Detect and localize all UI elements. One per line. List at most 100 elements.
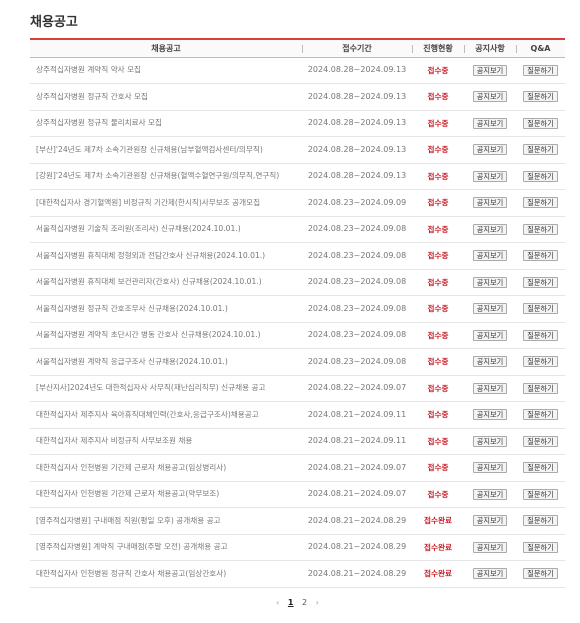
table-row: 대한적십자사 인천병원 기간제 근로자 채용공고(약무보조) 2024.08.21…	[30, 481, 565, 508]
table-row: [부산지사]2024년도 대한적십자사 사무직(재난심리직무) 신규채용 공고 2…	[30, 375, 565, 402]
view-notice-button[interactable]: 공지보기	[472, 488, 508, 500]
page-1-link[interactable]: 1	[288, 598, 294, 607]
prev-page-button[interactable]: ‹	[276, 598, 279, 607]
posting-period: 2024.08.21~2024.09.11	[307, 436, 407, 446]
posting-period: 2024.08.23~2024.09.08	[307, 330, 407, 340]
ask-question-button[interactable]: 질문하기	[523, 144, 558, 156]
view-notice-button[interactable]: 공지보기	[472, 170, 508, 182]
posting-status: 접수중	[427, 489, 449, 499]
view-notice-button[interactable]: 공지보기	[472, 250, 508, 262]
qa-cell: 질문하기	[516, 216, 565, 243]
ask-question-button[interactable]: 질문하기	[523, 515, 558, 527]
ask-question-button[interactable]: 질문하기	[523, 409, 558, 421]
notice-cell: 공지보기	[464, 190, 516, 217]
qa-cell: 질문하기	[516, 455, 565, 482]
view-notice-button[interactable]: 공지보기	[472, 276, 508, 288]
table-row: [영주적십자병원] 구내매점 직원(평일 오후) 공개채용 공고 2024.08.…	[30, 508, 565, 535]
ask-question-button[interactable]: 질문하기	[523, 117, 558, 129]
qa-cell: 질문하기	[516, 561, 565, 588]
table-row: 대한적십자사 인천병원 기간제 근로자 채용공고(임상병리사) 2024.08.2…	[30, 455, 565, 482]
notice-cell: 공지보기	[464, 84, 516, 111]
view-notice-button[interactable]: 공지보기	[472, 223, 508, 235]
page-2-link[interactable]: 2	[302, 598, 307, 607]
posting-period: 2024.08.23~2024.09.08	[307, 303, 407, 313]
view-notice-button[interactable]: 공지보기	[472, 117, 508, 129]
notice-cell: 공지보기	[464, 375, 516, 402]
header-title: 채용공고	[30, 38, 302, 58]
notice-cell: 공지보기	[464, 137, 516, 164]
posting-title-link[interactable]: 서울적십자병원 기술직 조리원(조리사) 신규채용(2024.10.01.)	[30, 216, 302, 243]
next-page-button[interactable]: ›	[316, 598, 319, 607]
view-notice-button[interactable]: 공지보기	[472, 409, 508, 421]
posting-title-link[interactable]: 서울적십자병원 계약직 초단시간 병동 간호사 신규채용(2024.10.01.…	[30, 322, 302, 349]
posting-period: 2024.08.23~2024.09.08	[307, 224, 407, 234]
posting-title-link[interactable]: [영주적십자병원] 계약직 구내매점(주말 오전) 공개채용 공고	[30, 534, 302, 561]
view-notice-button[interactable]: 공지보기	[472, 541, 508, 553]
view-notice-button[interactable]: 공지보기	[472, 435, 508, 447]
ask-question-button[interactable]: 질문하기	[523, 197, 558, 209]
table-header-row: 채용공고 접수기간 진행현황 공지사항 Q&A	[30, 38, 565, 58]
posting-title-link[interactable]: 대한적십자사 제주지사 육아휴직대체인력(간호사,응급구조사)채용공고	[30, 402, 302, 429]
posting-status: 접수완료	[424, 542, 452, 552]
notice-cell: 공지보기	[464, 57, 516, 84]
view-notice-button[interactable]: 공지보기	[472, 303, 508, 315]
ask-question-button[interactable]: 질문하기	[523, 250, 558, 262]
table-row: 서울적십자병원 휴직대체 보건관리자(간호사) 신규채용(2024.10.01.…	[30, 269, 565, 296]
posting-period: 2024.08.28~2024.09.13	[307, 171, 407, 181]
ask-question-button[interactable]: 질문하기	[523, 382, 558, 394]
posting-title-link[interactable]: 대한적십자사 인천병원 기간제 근로자 채용공고(약무보조)	[30, 481, 302, 508]
posting-title-link[interactable]: [부산지사]2024년도 대한적십자사 사무직(재난심리직무) 신규채용 공고	[30, 375, 302, 402]
view-notice-button[interactable]: 공지보기	[472, 91, 508, 103]
view-notice-button[interactable]: 공지보기	[472, 329, 508, 341]
posting-title-link[interactable]: [대한적십자사 경기혈액원] 비정규직 기간제(한시직)사무보조 공개모집	[30, 190, 302, 217]
posting-title-link[interactable]: 대한적십자사 인천병원 정규직 간호사 채용공고(임상간호사)	[30, 561, 302, 588]
table-row: [강원]'24년도 제7차 소속기관원장 신규채용(혈액수혈연구원/의무직,연구…	[30, 163, 565, 190]
posting-title-link[interactable]: [영주적십자병원] 구내매점 직원(평일 오후) 공개채용 공고	[30, 508, 302, 535]
ask-question-button[interactable]: 질문하기	[523, 462, 558, 474]
ask-question-button[interactable]: 질문하기	[523, 568, 558, 580]
ask-question-button[interactable]: 질문하기	[523, 170, 558, 182]
notice-cell: 공지보기	[464, 428, 516, 455]
ask-question-button[interactable]: 질문하기	[523, 356, 558, 368]
ask-question-button[interactable]: 질문하기	[523, 64, 558, 76]
ask-question-button[interactable]: 질문하기	[523, 329, 558, 341]
view-notice-button[interactable]: 공지보기	[472, 382, 508, 394]
ask-question-button[interactable]: 질문하기	[523, 276, 558, 288]
ask-question-button[interactable]: 질문하기	[523, 541, 558, 553]
qa-cell: 질문하기	[516, 508, 565, 535]
posting-status: 접수중	[427, 330, 449, 340]
qa-cell: 질문하기	[516, 322, 565, 349]
qa-cell: 질문하기	[516, 137, 565, 164]
posting-status: 접수중	[427, 463, 449, 473]
qa-cell: 질문하기	[516, 428, 565, 455]
view-notice-button[interactable]: 공지보기	[472, 144, 508, 156]
posting-title-link[interactable]: [부산]'24년도 제7차 소속기관원장 신규채용(남부혈액검사센터/의무직)	[30, 137, 302, 164]
posting-status: 접수중	[427, 118, 449, 128]
posting-title-link[interactable]: 서울적십자병원 휴직대체 정형외과 전담간호사 신규채용(2024.10.01.…	[30, 243, 302, 270]
posting-title-link[interactable]: [강원]'24년도 제7차 소속기관원장 신규채용(혈액수혈연구원/의무직,연구…	[30, 163, 302, 190]
posting-title-link[interactable]: 상주적십자병원 정규직 간호사 모집	[30, 84, 302, 111]
posting-title-link[interactable]: 상주적십자병원 계약직 약사 모집	[30, 57, 302, 84]
view-notice-button[interactable]: 공지보기	[472, 356, 508, 368]
view-notice-button[interactable]: 공지보기	[472, 568, 508, 580]
posting-title-link[interactable]: 대한적십자사 인천병원 기간제 근로자 채용공고(임상병리사)	[30, 455, 302, 482]
view-notice-button[interactable]: 공지보기	[472, 515, 508, 527]
posting-title-link[interactable]: 대한적십자사 제주지사 비정규직 사무보조원 채용	[30, 428, 302, 455]
view-notice-button[interactable]: 공지보기	[472, 197, 508, 209]
view-notice-button[interactable]: 공지보기	[472, 64, 508, 76]
header-qa: Q&A	[516, 38, 565, 58]
ask-question-button[interactable]: 질문하기	[523, 223, 558, 235]
view-notice-button[interactable]: 공지보기	[472, 462, 508, 474]
posting-title-link[interactable]: 서울적십자병원 휴직대체 보건관리자(간호사) 신규채용(2024.10.01.…	[30, 269, 302, 296]
table-body: 상주적십자병원 계약직 약사 모집 2024.08.28~2024.09.13 접수…	[30, 57, 565, 587]
table-row: [영주적십자병원] 계약직 구내매점(주말 오전) 공개채용 공고 2024.08…	[30, 534, 565, 561]
ask-question-button[interactable]: 질문하기	[523, 435, 558, 447]
posting-title-link[interactable]: 서울적십자병원 계약직 응급구조사 신규채용(2024.10.01.)	[30, 349, 302, 376]
table-row: 상주적십자병원 정규직 물리치료사 모집 2024.08.28~2024.09.1…	[30, 110, 565, 137]
ask-question-button[interactable]: 질문하기	[523, 488, 558, 500]
posting-title-link[interactable]: 서울적십자병원 정규직 간호조무사 신규채용(2024.10.01.)	[30, 296, 302, 323]
ask-question-button[interactable]: 질문하기	[523, 91, 558, 103]
posting-status: 접수중	[427, 436, 449, 446]
ask-question-button[interactable]: 질문하기	[523, 303, 558, 315]
posting-title-link[interactable]: 상주적십자병원 정규직 물리치료사 모집	[30, 110, 302, 137]
